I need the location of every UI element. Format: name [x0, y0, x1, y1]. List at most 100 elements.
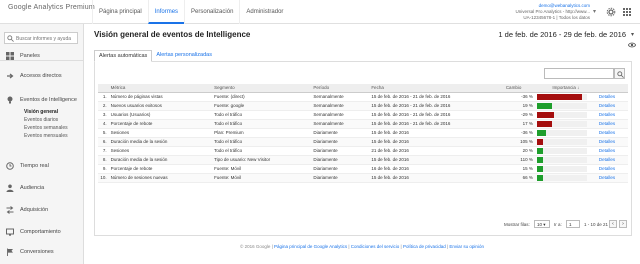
details-link[interactable]: Detalles — [596, 155, 628, 165]
next-page-button[interactable]: › — [619, 220, 627, 228]
cell-change: 105 % — [503, 137, 535, 147]
details-link[interactable]: Detalles — [596, 128, 628, 138]
table-row[interactable]: 2. Nuevos usuarios exitosos Fuente: google… — [98, 101, 628, 111]
alert-tabs: Alertas automáticas Alertas personalizad… — [94, 50, 216, 62]
clock-icon — [6, 162, 14, 170]
sidebar-subitem-weekly[interactable]: Eventos semanales — [24, 124, 68, 132]
cell-importance — [534, 128, 597, 138]
cell-importance — [534, 110, 597, 120]
arrow-icon — [7, 73, 14, 79]
tab-admin[interactable]: Administrador — [239, 0, 289, 24]
sidebar-item-audience[interactable]: Audiencia — [0, 182, 84, 194]
sidebar-item-label: Comportamiento — [20, 229, 61, 235]
gear-icon[interactable] — [606, 7, 616, 17]
cell-change: -36 % — [503, 92, 535, 102]
goto-label: Ir a: — [554, 222, 562, 227]
details-link[interactable]: Detalles — [596, 146, 628, 156]
grid-icon — [6, 52, 14, 60]
chevron-down-icon[interactable]: ▾ — [631, 31, 634, 38]
details-link[interactable]: Detalles — [596, 101, 628, 111]
details-link[interactable]: Detalles — [596, 92, 628, 102]
table-row[interactable]: 9. Porcentaje de rebote Fuente: Móvil Diari… — [98, 164, 628, 174]
details-link[interactable]: Detalles — [596, 110, 628, 120]
table-row[interactable]: 8. Duración media de la sesión Tipo de usu… — [98, 155, 628, 165]
chevron-down-icon[interactable]: ▾ — [593, 8, 596, 15]
bulb-icon — [7, 96, 13, 104]
table-row[interactable]: 5. Sesiones Plan: Premium Diariamente 15 de … — [98, 128, 628, 138]
cell-segment: Fuente: Móvil — [212, 164, 312, 174]
date-range-picker[interactable]: 1 de feb. de 2016 - 29 de feb. de 2016 — [498, 30, 626, 39]
column-header-metric[interactable]: Métrica — [108, 84, 213, 93]
footer-link-privacy[interactable]: Política de privacidad — [403, 244, 446, 249]
table-row[interactable]: 3. Usuarios (Usuarios) Todo el tráfico Sema… — [98, 110, 628, 120]
sidebar-subitem-daily[interactable]: Eventos diarios — [24, 116, 58, 124]
cell-change: 15 % — [503, 164, 535, 174]
cell-change: 66 % — [503, 173, 535, 183]
importance-bar-track — [536, 147, 587, 154]
importance-bar-track — [536, 102, 587, 109]
sidebar-item-shortcuts[interactable]: Accesos directos — [0, 70, 84, 82]
table-search-input[interactable] — [544, 68, 614, 79]
details-link[interactable]: Detalles — [596, 164, 628, 174]
goto-page-input[interactable]: 1 — [566, 220, 580, 228]
importance-bar — [536, 147, 543, 154]
screen-icon — [6, 228, 14, 236]
tab-customization[interactable]: Personalización — [184, 0, 239, 24]
tab-reports[interactable]: Informes — [147, 0, 185, 24]
cell-change: 20 % — [503, 146, 535, 156]
cell-period: Diariamente — [311, 128, 370, 138]
google-analytics-logo[interactable]: Google Analytics Premium — [8, 4, 95, 20]
cell-period: Diariamente — [311, 173, 370, 183]
details-link[interactable]: Detalles — [596, 137, 628, 147]
sidebar-item-behavior[interactable]: Comportamiento — [0, 226, 84, 238]
details-link[interactable]: Detalles — [596, 173, 628, 183]
apps-icon[interactable] — [622, 7, 632, 17]
column-header-segment[interactable]: Segmento — [212, 84, 312, 93]
importance-bar — [536, 156, 543, 163]
tab-home[interactable]: Página principal — [92, 0, 148, 24]
cell-metric: Porcentaje de rebote — [108, 119, 213, 129]
sidebar-item-conversions[interactable]: Conversiones — [0, 246, 84, 258]
table-row[interactable]: 6. Duración media de la sesión Todo el trá… — [98, 137, 628, 147]
table-row[interactable]: 7. Sesiones Todo el tráfico Diariamente 21 d… — [98, 146, 628, 156]
rows-per-page-select[interactable]: 10 ▾ — [534, 220, 550, 228]
cell-date: 15 de feb. de 2016 — [369, 137, 504, 147]
column-header-date[interactable]: Fecha — [369, 84, 504, 93]
table-row[interactable]: 4. Porcentaje de rebote Todo el tráfico Sem… — [98, 119, 628, 129]
table-row[interactable]: 1. Número de páginas vistas Fuente: (direc… — [98, 92, 628, 102]
prev-page-button[interactable]: ‹ — [609, 220, 617, 228]
cell-period: Semanalmente — [311, 119, 370, 129]
sidebar-subitem-monthly[interactable]: Eventos mensuales — [24, 132, 68, 140]
footer-copyright: © 2016 Google — [240, 244, 271, 249]
column-header-change[interactable]: Cambio — [503, 84, 535, 93]
account-switcher[interactable]: demo@webanalytics.com Universal Pro Anal… — [490, 3, 590, 21]
cell-date: 15 de feb. de 2016 - 21 de feb. de 2016 — [369, 92, 504, 102]
top-bar: Google Analytics Premium Página principa… — [0, 0, 640, 24]
cell-metric: Usuarios (Usuarios) — [108, 110, 213, 120]
sidebar-item-intelligence-events[interactable]: Eventos de Intelligence — [0, 94, 84, 106]
sort-arrow-icon: ↓ — [577, 85, 580, 91]
sidebar-subitem-overview[interactable]: Visión general — [24, 108, 58, 116]
cell-importance — [534, 101, 597, 111]
eye-icon[interactable] — [628, 42, 636, 48]
column-header-importance[interactable]: Importancia ↓ — [534, 84, 597, 93]
table-search-button[interactable] — [614, 68, 625, 79]
sidebar-search[interactable] — [4, 32, 78, 44]
cell-metric: Número de sesiones nuevas — [108, 173, 213, 183]
details-link[interactable]: Detalles — [596, 119, 628, 129]
tab-custom-alerts[interactable]: Alertas personalizadas — [152, 50, 216, 62]
table-row[interactable]: 10. Número de sesiones nuevas Fuente: Móvi… — [98, 173, 628, 183]
tab-automatic-alerts[interactable]: Alertas automáticas — [94, 50, 153, 62]
sidebar-item-dashboards[interactable]: Paneles — [0, 50, 84, 62]
footer-link-terms[interactable]: Condiciones del servicio — [351, 244, 400, 249]
column-header-period[interactable]: Período — [311, 84, 370, 93]
sidebar-item-realtime[interactable]: Tiempo real — [0, 160, 84, 172]
sidebar-item-acquisition[interactable]: Adquisición — [0, 204, 84, 216]
footer-link-home[interactable]: Página principal de Google Analytics — [274, 244, 347, 249]
sidebar-search-input[interactable] — [16, 34, 76, 43]
sidebar-item-label: Accesos directos — [20, 73, 62, 79]
footer-link-feedback[interactable]: Enviar su opinión — [449, 244, 484, 249]
rows-per-page-value: 10 — [537, 222, 543, 227]
importance-label: Importancia — [552, 85, 576, 91]
column-header-index — [98, 84, 109, 93]
